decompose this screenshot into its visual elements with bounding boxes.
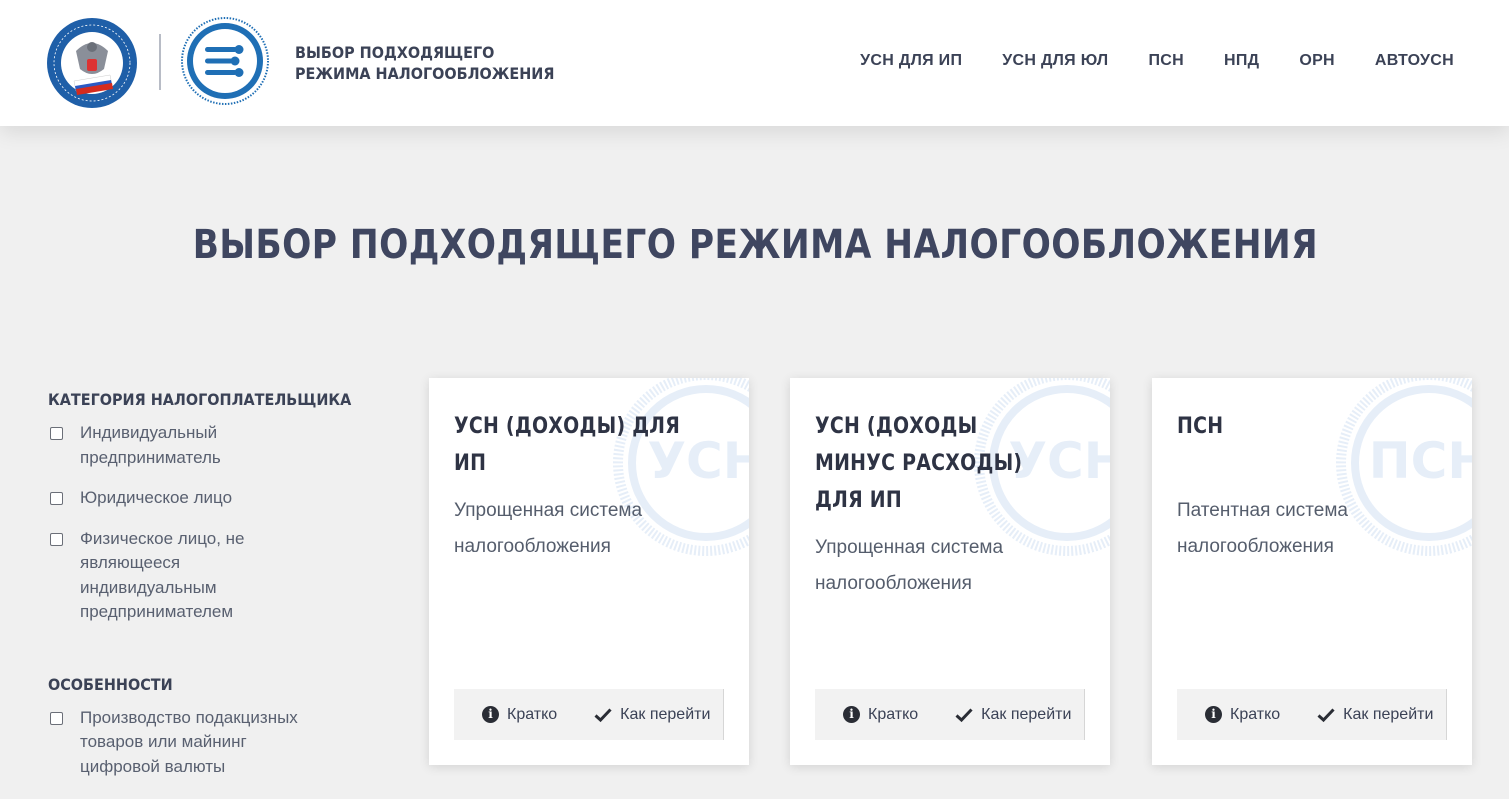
nav-psn[interactable]: ПСН	[1148, 52, 1184, 70]
nav-orn[interactable]: ОРН	[1299, 52, 1335, 70]
filter-option[interactable]: Юридическое лицо	[48, 486, 368, 511]
card-brief-button[interactable]: i Кратко	[843, 706, 918, 724]
checkbox-legal-entity[interactable]	[50, 492, 63, 505]
card-brief-button[interactable]: i Кратко	[482, 706, 557, 724]
check-icon	[1317, 707, 1335, 722]
regime-card-psn[interactable]: ПСН ПСН Патентная система налогообложени…	[1152, 378, 1472, 765]
card-description: Упрощенная система налогообложения	[815, 537, 1004, 594]
checkbox-individual-person[interactable]	[50, 532, 63, 546]
card-title: ПСН	[1177, 414, 1224, 439]
brand-title[interactable]: ВЫБОР ПОДХОДЯЩЕГО РЕЖИМА НАЛОГООБЛОЖЕНИЯ	[295, 42, 554, 84]
filter-option[interactable]: Индивидуальный предприниматель	[48, 421, 368, 470]
card-title: УСН (ДОХОДЫ) ДЛЯ ИП	[454, 414, 681, 476]
category-section-title: КАТЕГОРИЯ НАЛОГОПЛАТЕЛЬЩИКА	[48, 390, 352, 409]
filters-sidebar: КАТЕГОРИЯ НАЛОГОПЛАТЕЛЬЩИКА Индивидуальн…	[48, 390, 368, 795]
card-how-to-switch-button[interactable]: Как перейти	[594, 706, 710, 724]
checkbox-excise-goods[interactable]	[50, 711, 63, 725]
brand-title-line1: ВЫБОР ПОДХОДЯЩЕГО	[295, 43, 495, 62]
card-how-to-switch-button[interactable]: Как перейти	[955, 706, 1071, 724]
logo-divider	[159, 34, 161, 90]
check-icon	[594, 707, 612, 722]
filter-option-label: Индивидуальный предприниматель	[80, 423, 221, 467]
card-description: Упрощенная система налогообложения	[454, 500, 643, 557]
filter-option[interactable]: Производство подакцизных товаров или май…	[48, 706, 368, 780]
filter-option-label: Юридическое лицо	[80, 488, 233, 507]
card-actions: i Кратко Как перейти	[454, 689, 724, 740]
nav-usn-ip[interactable]: УСН ДЛЯ ИП	[860, 52, 962, 70]
brand-title-line2: РЕЖИМА НАЛОГООБЛОЖЕНИЯ	[295, 64, 555, 83]
regime-card-usn-income-minus-expenses[interactable]: УСН УСН (ДОХОДЫ МИНУС РАСХОДЫ) ДЛЯ ИП Уп…	[790, 378, 1110, 765]
info-icon: i	[482, 706, 499, 723]
filter-option[interactable]: Физическое лицо, не являющееся индивидуа…	[48, 527, 368, 625]
main-nav: УСН ДЛЯ ИП УСН ДЛЯ ЮЛ ПСН НПД ОРН АВТОУС…	[820, 52, 1454, 70]
site-header: ВЫБОР ПОДХОДЯЩЕГО РЕЖИМА НАЛОГООБЛОЖЕНИЯ…	[0, 0, 1509, 126]
card-how-to-switch-button[interactable]: Как перейти	[1317, 706, 1433, 724]
features-section-title: ОСОБЕННОСТИ	[48, 674, 173, 694]
page-title: ВЫБОР ПОДХОДЯЩЕГО РЕЖИМА НАЛОГООБЛОЖЕНИЯ	[192, 222, 1319, 268]
card-title: УСН (ДОХОДЫ МИНУС РАСХОДЫ) ДЛЯ ИП	[815, 414, 1023, 513]
sliders-emblem-icon[interactable]	[181, 17, 269, 105]
checkbox-individual-entrepreneur[interactable]	[50, 427, 63, 440]
fns-emblem-icon[interactable]	[46, 17, 138, 109]
card-actions: i Кратко Как перейти	[815, 689, 1085, 740]
regime-card-usn-income[interactable]: УСН УСН (ДОХОДЫ) ДЛЯ ИП Упрощенная систе…	[429, 378, 749, 765]
card-brief-button[interactable]: i Кратко	[1205, 706, 1280, 724]
nav-usn-ul[interactable]: УСН ДЛЯ ЮЛ	[1002, 52, 1108, 70]
card-description: Патентная система налогообложения	[1177, 500, 1348, 557]
check-icon	[955, 707, 973, 722]
info-icon: i	[843, 706, 860, 723]
nav-npd[interactable]: НПД	[1224, 52, 1259, 70]
card-actions: i Кратко Как перейти	[1177, 689, 1447, 740]
filter-option-label: Физическое лицо, не являющееся индивидуа…	[80, 528, 245, 622]
filter-option-label: Производство подакцизных товаров или май…	[80, 707, 298, 776]
nav-avtousn[interactable]: АВТОУСН	[1375, 52, 1454, 70]
info-icon: i	[1205, 706, 1222, 723]
